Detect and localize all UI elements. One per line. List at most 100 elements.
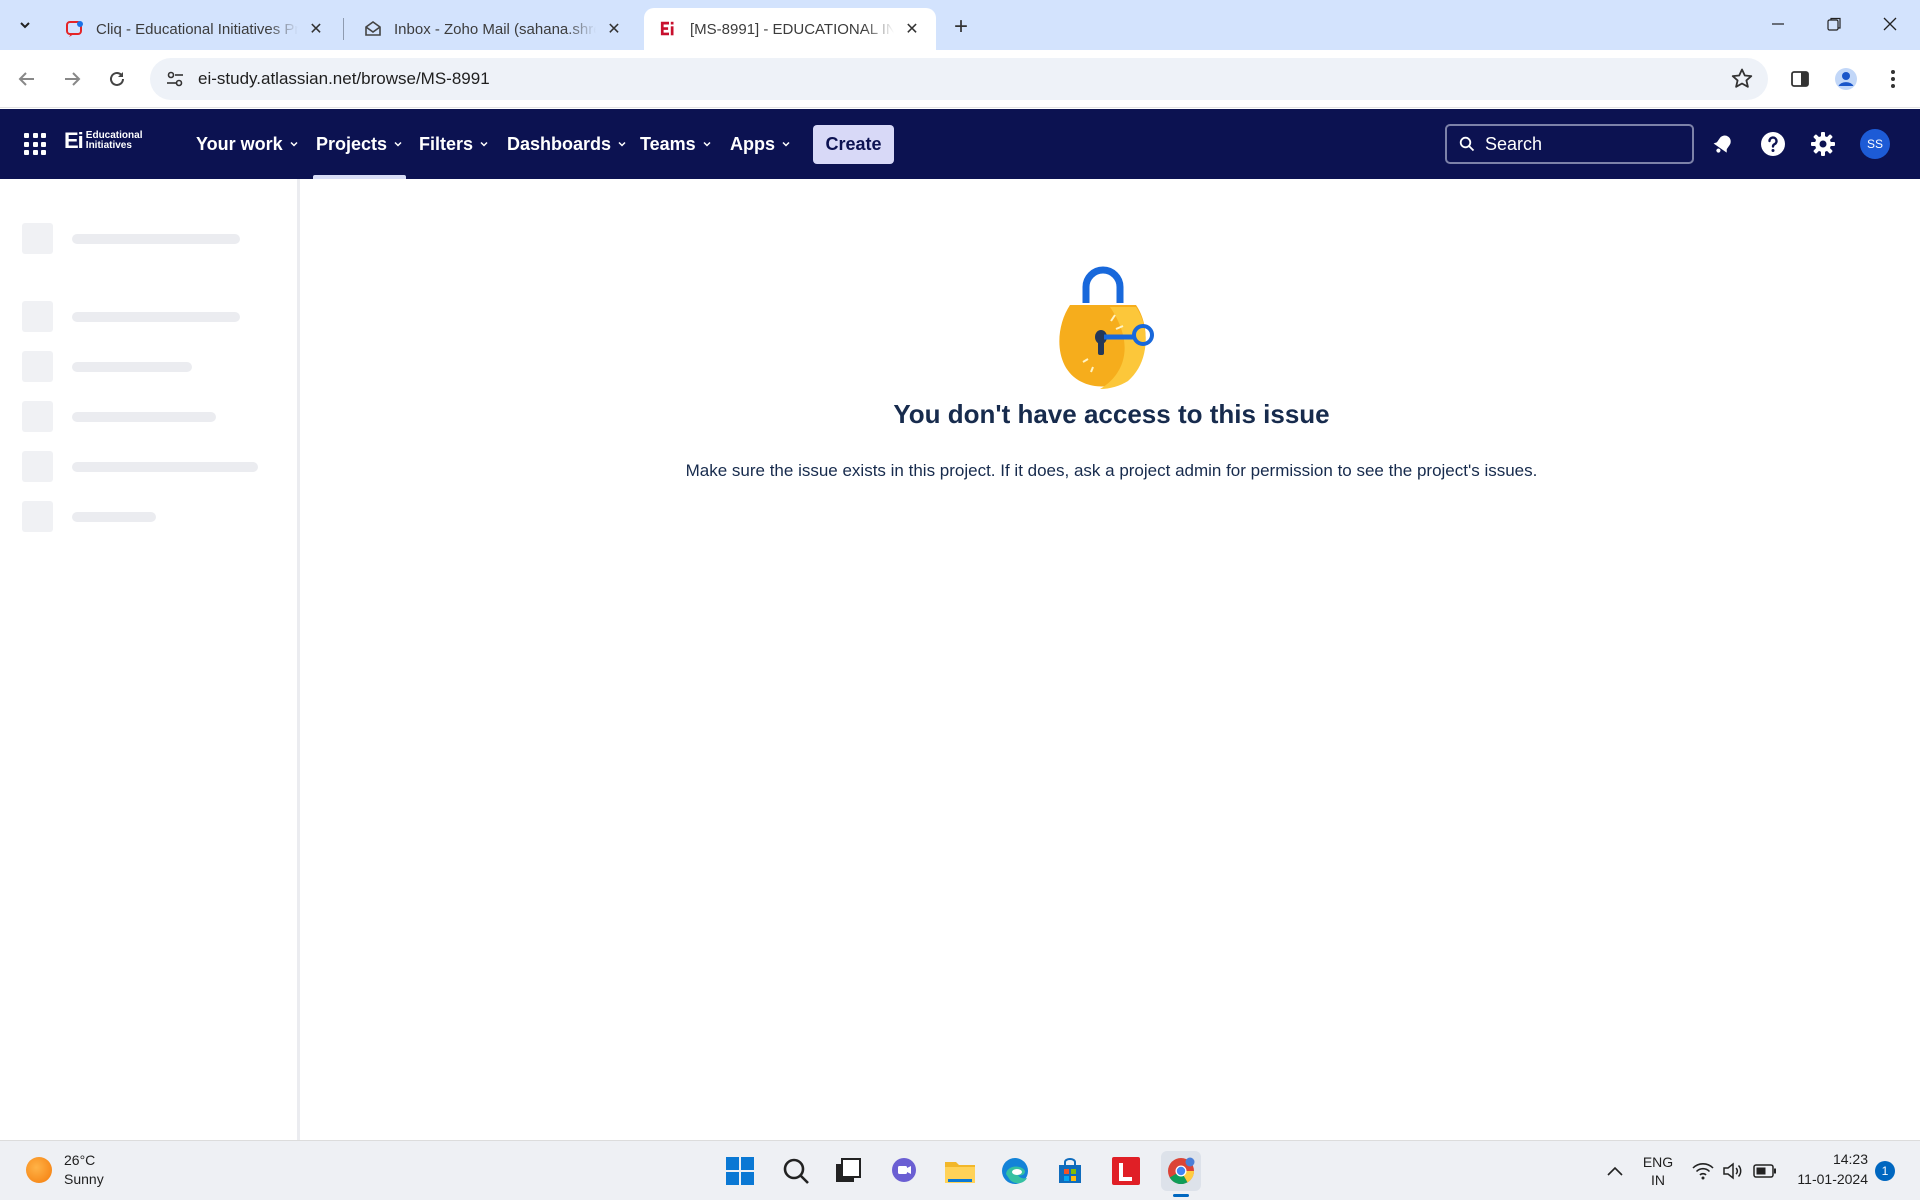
- system-clock[interactable]: 14:23 11-01-2024: [1788, 1149, 1868, 1189]
- nav-filters[interactable]: Filters: [419, 109, 489, 179]
- edge-browser-button[interactable]: [995, 1151, 1035, 1191]
- chrome-taskbar-button[interactable]: [1161, 1151, 1201, 1197]
- nav-apps[interactable]: Apps: [730, 109, 791, 179]
- nav-label: Filters: [419, 133, 474, 154]
- browser-tab-jira-issue[interactable]: [MS-8991] - EDUCATIONAL INITIATIVES ✕: [644, 8, 936, 50]
- weather-widget[interactable]: 26°C Sunny: [26, 1151, 104, 1189]
- logo-mark: Ei: [64, 128, 84, 153]
- close-icon[interactable]: ✕: [306, 19, 326, 39]
- task-view-button[interactable]: [828, 1151, 868, 1191]
- close-icon: [1883, 17, 1897, 31]
- address-bar[interactable]: ei-study.atlassian.net/browse/MS-8991: [150, 58, 1768, 100]
- chrome-icon: [1168, 1157, 1195, 1185]
- battery-icon: [1753, 1164, 1776, 1178]
- language-code: ENG: [1642, 1154, 1674, 1170]
- restore-button[interactable]: [1806, 0, 1862, 48]
- skeleton-row: [22, 351, 192, 382]
- nav-projects[interactable]: Projects: [313, 109, 407, 179]
- ms-store-button[interactable]: [1050, 1151, 1090, 1191]
- weather-temperature: 26°C: [64, 1152, 96, 1168]
- nav-dashboards[interactable]: Dashboards: [507, 109, 627, 179]
- logo-wordmark: Educational Initiatives: [85, 130, 143, 151]
- wifi-icon: [1692, 1163, 1714, 1180]
- sun-icon: [26, 1157, 52, 1183]
- site-info-icon[interactable]: [154, 58, 196, 100]
- taskbar-search-button[interactable]: [776, 1151, 816, 1191]
- ei-favicon: [660, 20, 678, 38]
- nav-label: Teams: [640, 133, 696, 154]
- more-vertical-icon: [1891, 70, 1895, 88]
- region-code: IN: [1651, 1172, 1665, 1188]
- skeleton-row: [22, 451, 258, 482]
- back-button[interactable]: [10, 62, 44, 96]
- new-tab-button[interactable]: +: [946, 12, 976, 42]
- company-logo[interactable]: Ei Educational Initiatives: [64, 128, 160, 154]
- chevron-down-icon: [394, 141, 402, 147]
- wifi-status[interactable]: [1690, 1141, 1716, 1201]
- tab-title: Cliq - Educational Initiatives Private L…: [96, 20, 298, 38]
- arrow-right-icon: [65, 72, 81, 86]
- access-message: Make sure the issue exists in this proje…: [685, 461, 1538, 480]
- arrow-left-icon: [18, 72, 34, 86]
- profile-button[interactable]: [1829, 62, 1863, 96]
- search-icon: [1459, 136, 1475, 152]
- windows-start-icon: [726, 1157, 754, 1185]
- search-input[interactable]: Search: [1445, 124, 1694, 164]
- forward-button[interactable]: [55, 62, 89, 96]
- folder-icon: [945, 1162, 975, 1183]
- notification-count-badge[interactable]: 1: [1875, 1161, 1895, 1181]
- nav-teams[interactable]: Teams: [640, 109, 712, 179]
- browser-tab-strip: Cliq - Educational Initiatives Private L…: [0, 0, 1920, 50]
- jira-top-nav: Ei Educational Initiatives Your work Pro…: [0, 109, 1920, 179]
- clock-date: 11-01-2024: [1797, 1171, 1868, 1187]
- tab-title: [MS-8991] - EDUCATIONAL INITIATIVES: [690, 20, 894, 38]
- settings-button[interactable]: [1808, 129, 1838, 159]
- teams-chat-button[interactable]: [884, 1151, 924, 1191]
- tab-title: Inbox - Zoho Mail (sahana.shreeni@ei.stu…: [394, 20, 596, 38]
- bookmark-star-icon[interactable]: [1730, 67, 1754, 91]
- nav-label: Apps: [730, 133, 775, 154]
- reload-button[interactable]: [100, 62, 134, 96]
- url-text: ei-study.atlassian.net/browse/MS-8991: [198, 69, 490, 88]
- tray-overflow-button[interactable]: [1600, 1141, 1630, 1201]
- browser-tab-zoho-mail[interactable]: Inbox - Zoho Mail (sahana.shreeni@ei.stu…: [348, 8, 638, 50]
- weather-description: Sunny: [64, 1171, 104, 1187]
- volume-status[interactable]: [1720, 1141, 1746, 1201]
- project-sidebar-skeleton: [0, 179, 300, 1140]
- close-icon[interactable]: ✕: [902, 19, 922, 39]
- main-content: You don't have access to this issue Make…: [303, 179, 1920, 1140]
- nav-label: Dashboards: [507, 133, 612, 154]
- side-panel-icon: [1791, 71, 1809, 87]
- cliq-icon: [66, 20, 84, 38]
- chrome-menu-button[interactable]: [1876, 62, 1910, 96]
- chevron-up-icon: [1607, 1166, 1623, 1176]
- restore-icon: [1827, 17, 1841, 31]
- close-icon[interactable]: ✕: [604, 19, 624, 39]
- notifications-button[interactable]: [1708, 129, 1738, 159]
- red-l-app-button[interactable]: [1106, 1151, 1146, 1191]
- zoho-mail-icon: [364, 20, 382, 38]
- chat-icon: [892, 1158, 916, 1182]
- chevron-down-icon: [618, 141, 626, 147]
- close-window-button[interactable]: [1862, 0, 1918, 48]
- file-explorer-button[interactable]: [940, 1151, 980, 1191]
- page-title: You don't have access to this issue: [893, 399, 1330, 429]
- input-language-indicator[interactable]: ENG IN: [1636, 1141, 1680, 1201]
- help-button[interactable]: [1758, 129, 1788, 159]
- nav-your-work[interactable]: Your work: [196, 109, 299, 179]
- tab-search-button[interactable]: [8, 8, 42, 42]
- app-switcher-icon[interactable]: [24, 133, 46, 155]
- user-avatar[interactable]: SS: [1860, 129, 1890, 159]
- minimize-button[interactable]: [1750, 0, 1806, 48]
- start-button[interactable]: [720, 1151, 760, 1191]
- side-panel-button[interactable]: [1783, 62, 1817, 96]
- skeleton-row: [22, 223, 240, 254]
- create-button[interactable]: Create: [813, 125, 894, 164]
- chevron-down-icon: [480, 141, 488, 147]
- skeleton-row: [22, 301, 240, 332]
- profile-icon: [1835, 68, 1857, 90]
- battery-status[interactable]: [1750, 1141, 1780, 1201]
- browser-tab-cliq[interactable]: Cliq - Educational Initiatives Private L…: [50, 8, 340, 50]
- nav-label: Projects: [316, 133, 388, 154]
- edge-icon: [1002, 1158, 1028, 1184]
